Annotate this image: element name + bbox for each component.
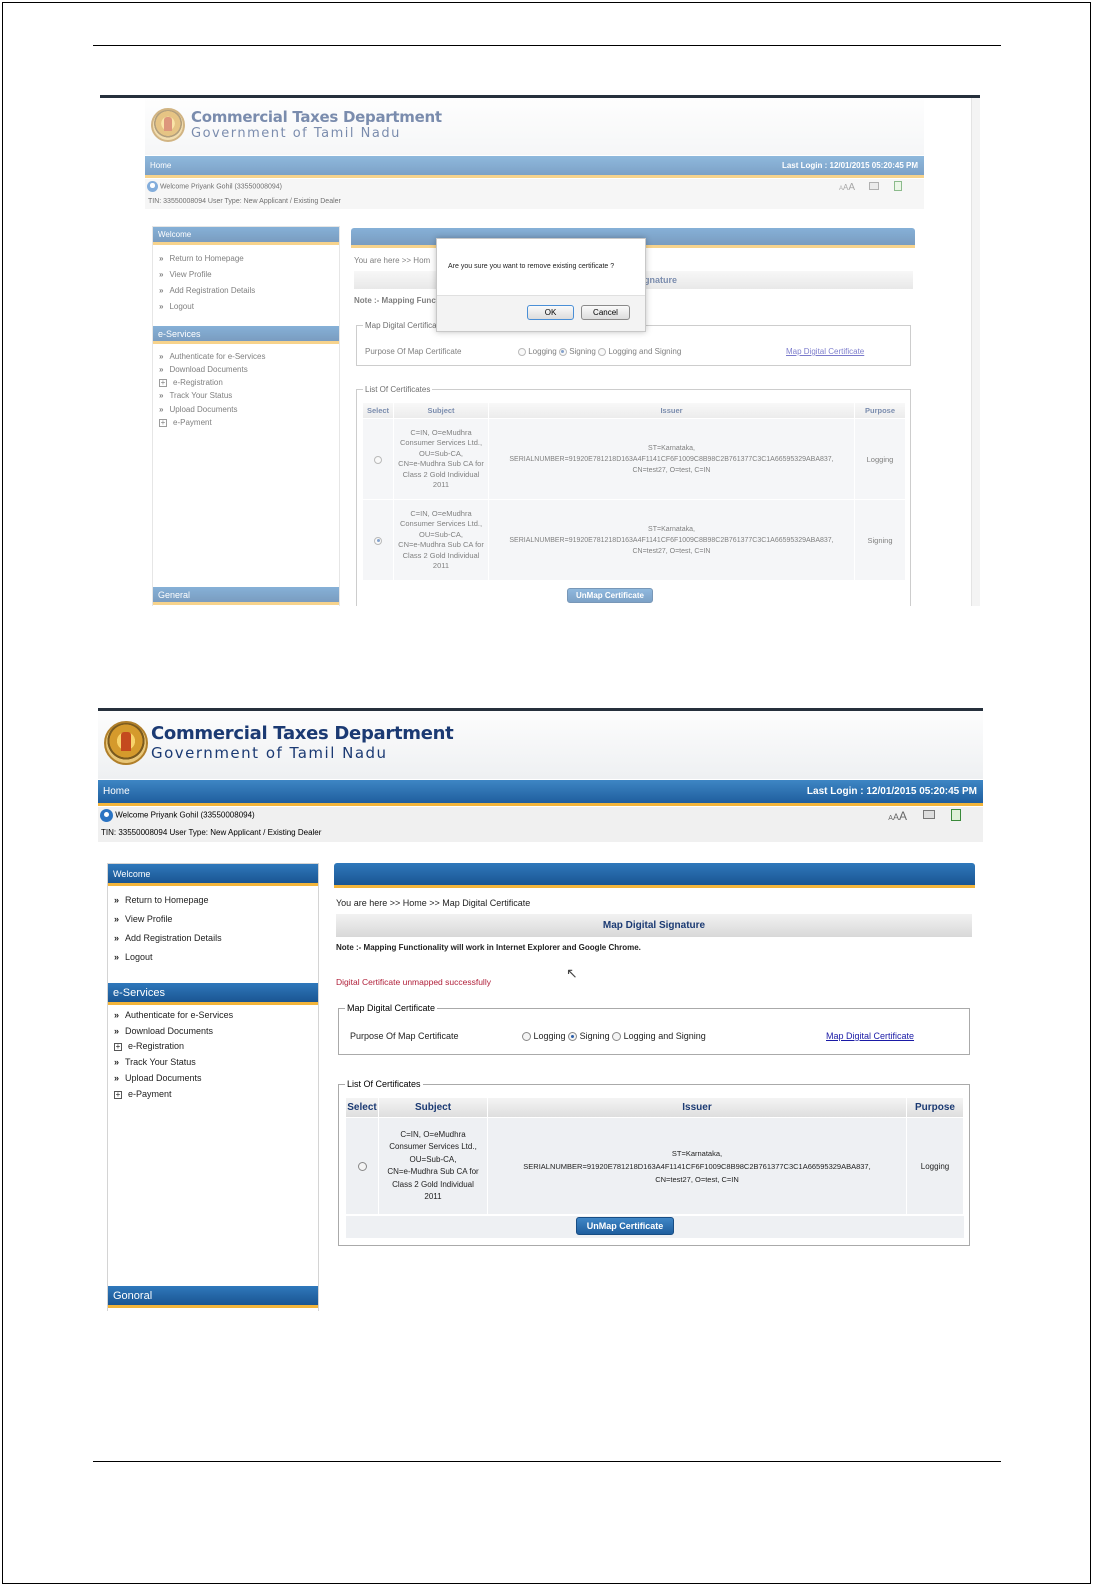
expand-icon[interactable]: +	[114, 1042, 122, 1051]
sidebar-link-download[interactable]: » Download Documents	[114, 1026, 213, 1036]
dialog-message: Are you sure you want to remove existing…	[448, 263, 615, 270]
welcome-text: Welcome Priyank Gohil (33550008094)	[115, 810, 255, 820]
sidebar-header-general: Gonoral	[108, 1286, 318, 1308]
table-row: C=IN, O=eMudhra Consumer Services Ltd., OU…	[346, 1118, 963, 1214]
radio-signing[interactable]	[568, 1032, 578, 1042]
cancel-button[interactable]: Cancel	[581, 305, 630, 320]
sidebar-link-e-registration[interactable]: + e-Registration	[114, 1041, 184, 1051]
tamil-nadu-emblem-icon	[104, 721, 148, 765]
sidebar: Welcome » Return to Homepage » View Profil…	[107, 863, 319, 1311]
content-header-bar	[334, 863, 975, 888]
col-issuer: Issuer	[488, 1098, 906, 1117]
sidebar-link-return-home[interactable]: » Return to Homepage	[114, 895, 209, 905]
export-icon[interactable]	[951, 809, 961, 821]
user-icon	[100, 809, 113, 822]
col-subject: Subject	[379, 1098, 487, 1117]
screenshot-confirm-dialog: Commercial Taxes Department Government o…	[100, 95, 980, 606]
expand-icon[interactable]: +	[114, 1090, 122, 1099]
purpose-cell: Logging	[907, 1118, 963, 1214]
font-size-controls[interactable]: AAA	[888, 809, 907, 823]
sidebar-header-eservices: e-Services	[108, 983, 318, 1005]
note-text: Note :- Mapping Functionality will work …	[336, 943, 641, 952]
map-certificate-box: Map Digital Certificate	[338, 1003, 970, 1055]
tin-line: TIN: 33550008094 User Type: New Applican…	[101, 828, 322, 837]
radio-logging-signing[interactable]	[612, 1032, 622, 1042]
sidebar-link-logout[interactable]: » Logout	[114, 952, 153, 962]
list-box-legend: List Of Certificates	[347, 1079, 421, 1089]
col-purpose: Purpose	[907, 1098, 963, 1117]
print-icon[interactable]	[923, 810, 935, 819]
nav-home-link[interactable]: Home	[103, 780, 130, 803]
row-select-radio[interactable]	[357, 1161, 367, 1171]
success-message: Digital Certificate unmapped successfull…	[336, 977, 491, 987]
screenshot-unmap-success: Commercial Taxes Department Government o…	[98, 708, 983, 1311]
top-nav-bar: Home Last Login : 12/01/2015 05:20:45 PM	[98, 780, 983, 806]
sidebar-link-e-payment[interactable]: + e-Payment	[114, 1089, 172, 1099]
sidebar-header-welcome: Welcome	[108, 864, 318, 886]
unmap-certificate-button[interactable]: UnMap Certificate	[576, 1217, 674, 1235]
brand-subtitle: Government of Tamil Nadu	[151, 744, 388, 762]
footer-rule	[93, 1461, 1001, 1462]
last-login: Last Login : 12/01/2015 05:20:45 PM	[806, 786, 977, 797]
modal-overlay	[100, 98, 980, 606]
purpose-label: Purpose Of Map Certificate	[350, 1031, 459, 1041]
sidebar-link-track-status[interactable]: » Track Your Status	[114, 1057, 196, 1067]
map-certificate-link[interactable]: Map Digital Certificate	[826, 1031, 914, 1041]
ok-button[interactable]: OK	[527, 305, 574, 320]
brand-title: Commercial Taxes Department	[151, 723, 454, 744]
confirm-dialog: Are you sure you want to remove existing…	[436, 238, 646, 332]
radio-logging[interactable]	[522, 1032, 531, 1042]
certificate-table: Select Subject Issuer Purpose C=IN, O=eM…	[345, 1097, 964, 1215]
sidebar-link-view-profile[interactable]: » View Profile	[114, 914, 172, 924]
page-title: Map Digital Signature	[336, 914, 972, 937]
welcome-bar: Welcome Priyank Gohil (33550008094) TIN:…	[98, 807, 983, 842]
sidebar-link-add-registration[interactable]: » Add Registration Details	[114, 933, 222, 943]
sidebar-link-upload[interactable]: » Upload Documents	[114, 1073, 202, 1083]
col-select: Select	[346, 1098, 378, 1117]
breadcrumb: You are here >> Home >> Map Digital Cert…	[336, 898, 531, 908]
subject-cell: C=IN, O=eMudhra Consumer Services Ltd., OU…	[379, 1118, 487, 1214]
mouse-cursor-icon: ↖	[566, 965, 578, 981]
sidebar-link-authenticate[interactable]: » Authenticate for e-Services	[114, 1010, 233, 1020]
header-rule	[93, 45, 1001, 46]
purpose-options: Logging Signing Logging and Signing	[522, 1031, 706, 1042]
map-box-legend: Map Digital Certificate	[347, 1003, 436, 1013]
issuer-cell: ST=Karnataka, SERIALNUMBER=91920E781218D1…	[488, 1118, 906, 1214]
